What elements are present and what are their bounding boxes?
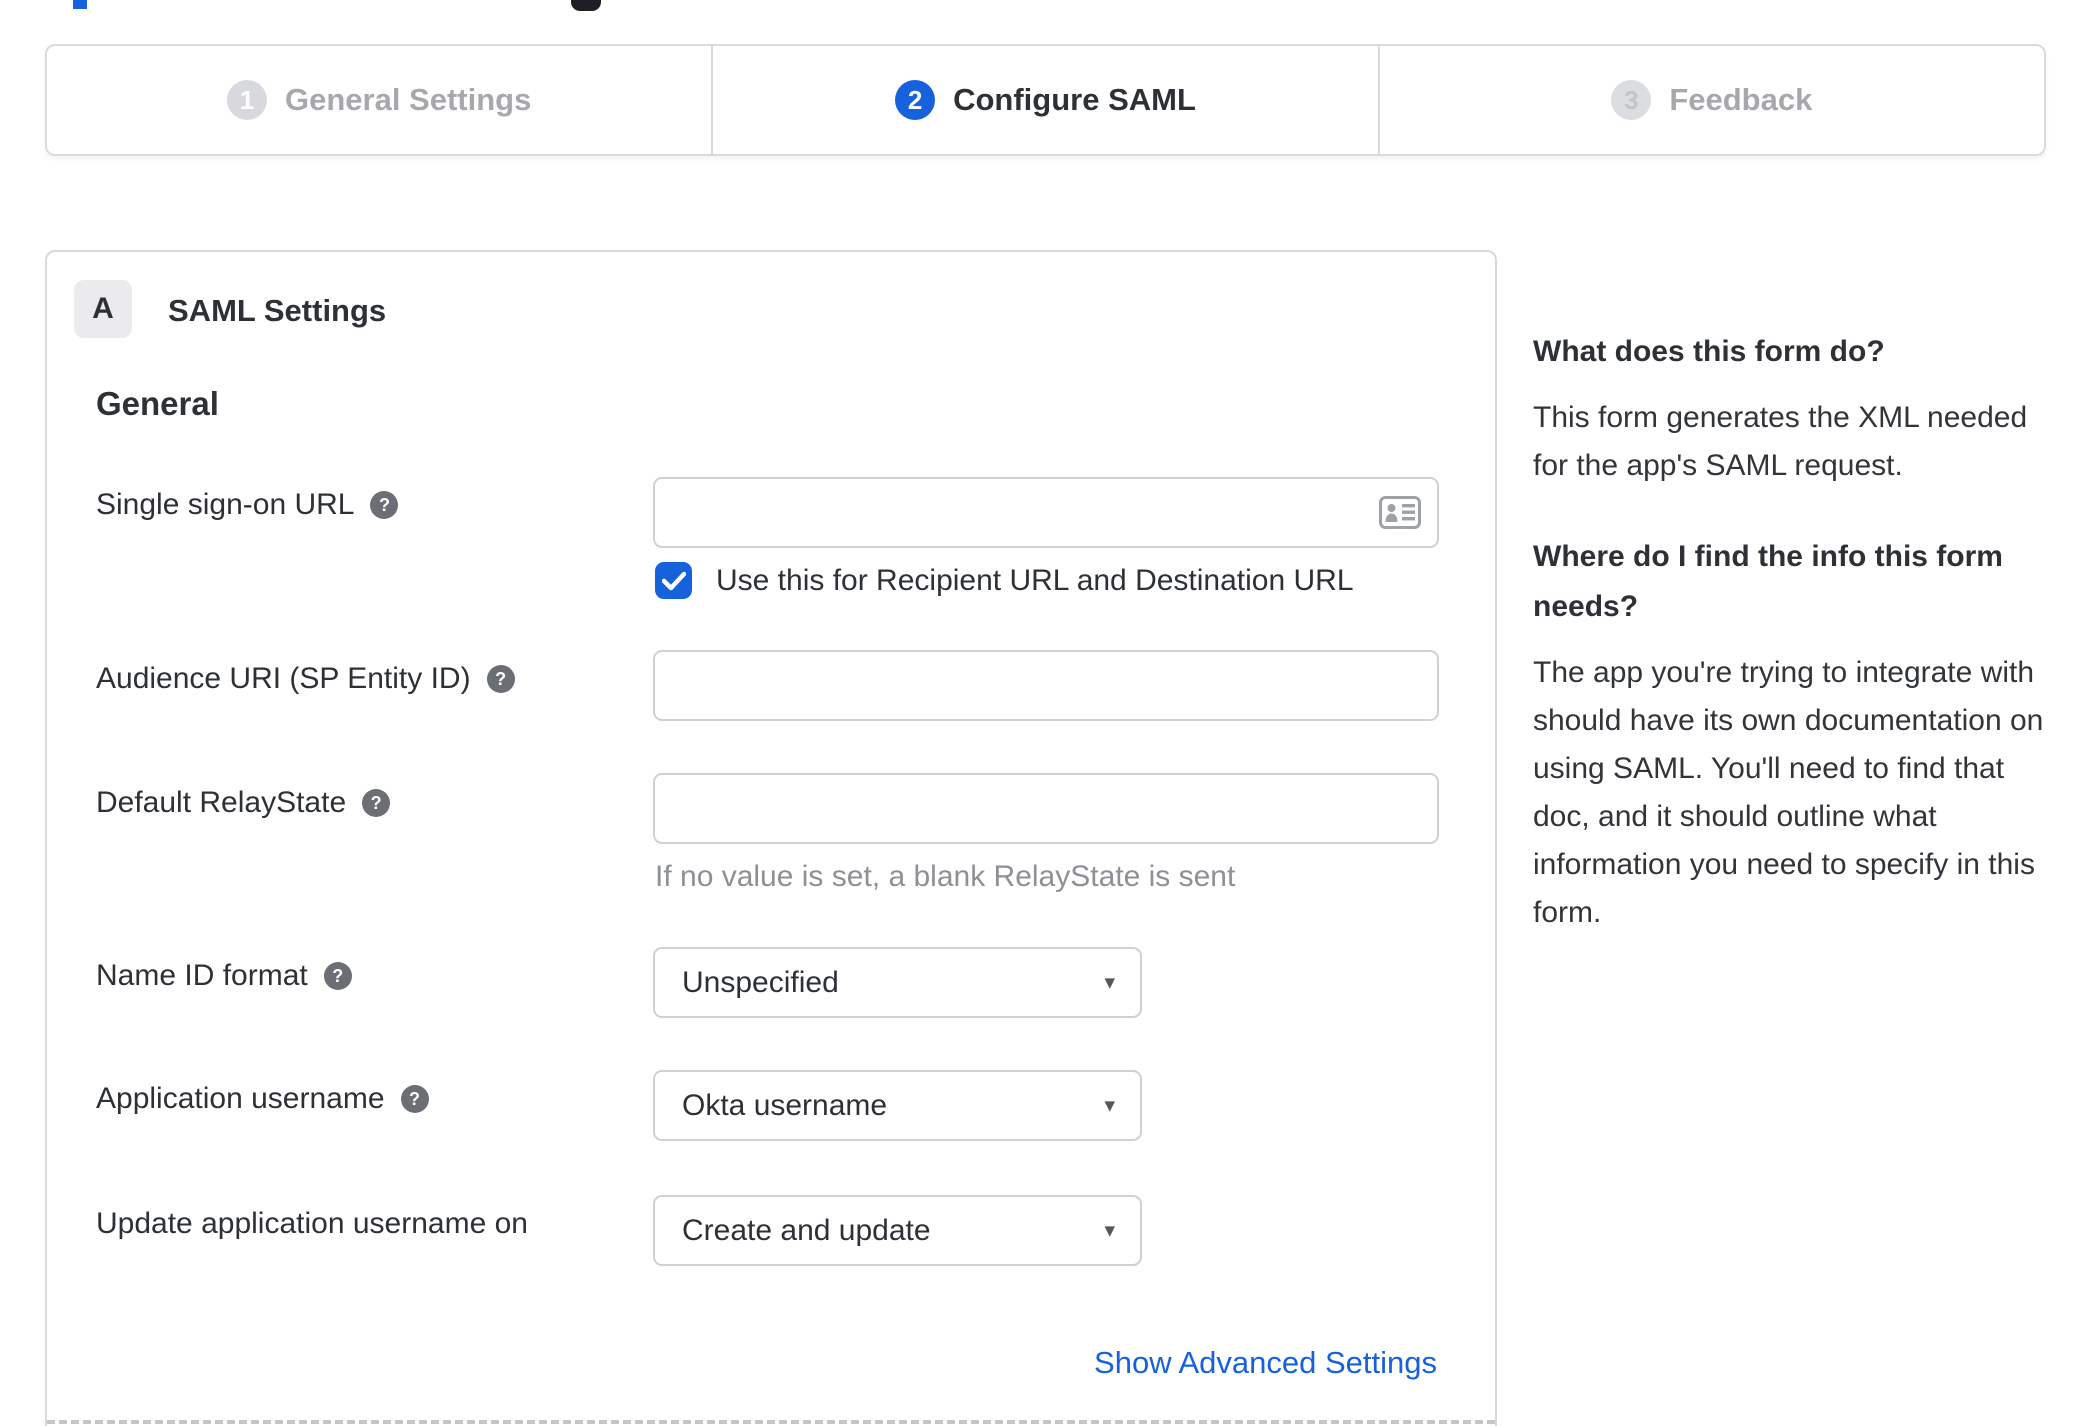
group-title-general: General bbox=[96, 385, 219, 422]
step-3-label: Feedback bbox=[1669, 82, 1813, 117]
app-username-label-row: Application username ? bbox=[96, 1082, 429, 1116]
app-username-label: Application username bbox=[96, 1082, 385, 1115]
help-what-title: What does this form do? bbox=[1533, 335, 1885, 368]
sso-url-input-wrap bbox=[653, 477, 1439, 548]
name-id-format-select[interactable]: Unspecified ▾ bbox=[653, 947, 1142, 1018]
section-a-badge: A bbox=[74, 280, 132, 338]
sso-url-label-row: Single sign-on URL ? bbox=[96, 488, 399, 522]
name-id-format-value: Unspecified bbox=[682, 965, 839, 999]
step-1-circle: 1 bbox=[226, 80, 267, 120]
step-general-settings[interactable]: 1 General Settings bbox=[47, 46, 711, 154]
clipped-dark-element bbox=[571, 0, 601, 11]
checkmark-icon bbox=[661, 571, 686, 590]
app-username-select[interactable]: Okta username ▾ bbox=[653, 1070, 1142, 1141]
chevron-down-icon: ▾ bbox=[1104, 971, 1115, 994]
update-username-label-row: Update application username on bbox=[96, 1207, 528, 1241]
step-feedback[interactable]: 3 Feedback bbox=[1377, 46, 2044, 154]
help-sidebar: What does this form do? This form genera… bbox=[1533, 327, 2045, 937]
step-2-label: Configure SAML bbox=[953, 82, 1196, 117]
relay-state-input[interactable] bbox=[653, 773, 1439, 844]
relay-state-label-row: Default RelayState ? bbox=[96, 786, 391, 820]
sso-url-help-icon[interactable]: ? bbox=[370, 491, 399, 519]
contact-card-icon[interactable] bbox=[1379, 496, 1421, 529]
step-1-label: General Settings bbox=[284, 82, 532, 117]
card-title: SAML Settings bbox=[168, 293, 387, 328]
audience-uri-label: Audience URI (SP Entity ID) bbox=[96, 662, 471, 695]
recipient-url-checkbox-row: Use this for Recipient URL and Destinati… bbox=[655, 562, 1354, 599]
saml-settings-card: A SAML Settings General Single sign-on U… bbox=[45, 250, 1497, 1426]
sso-url-label: Single sign-on URL bbox=[96, 488, 355, 521]
step-2-circle: 2 bbox=[895, 80, 936, 120]
chevron-down-icon: ▾ bbox=[1104, 1219, 1115, 1242]
name-id-format-help-icon[interactable]: ? bbox=[323, 962, 352, 990]
recipient-url-checkbox-label: Use this for Recipient URL and Destinati… bbox=[716, 563, 1354, 597]
show-advanced-settings-link[interactable]: Show Advanced Settings bbox=[1094, 1345, 1437, 1381]
audience-uri-input[interactable] bbox=[653, 650, 1439, 721]
sso-url-input[interactable] bbox=[653, 477, 1439, 548]
update-username-select[interactable]: Create and update ▾ bbox=[653, 1195, 1142, 1266]
help-block-where: Where do I find the info this form needs… bbox=[1533, 532, 2045, 937]
relay-state-label: Default RelayState bbox=[96, 786, 347, 819]
recipient-url-checkbox[interactable] bbox=[655, 562, 692, 599]
name-id-format-label-row: Name ID format ? bbox=[96, 959, 352, 993]
step-3-circle: 3 bbox=[1611, 80, 1652, 120]
help-where-body: The app you're trying to integrate with … bbox=[1533, 656, 2044, 929]
relay-state-helper-text: If no value is set, a blank RelayState i… bbox=[655, 860, 1236, 893]
step-configure-saml[interactable]: 2 Configure SAML bbox=[711, 46, 1377, 154]
update-username-value: Create and update bbox=[682, 1213, 931, 1247]
wizard-stepper: 1 General Settings 2 Configure SAML 3 Fe… bbox=[45, 44, 2046, 156]
name-id-format-label: Name ID format bbox=[96, 959, 308, 992]
app-username-help-icon[interactable]: ? bbox=[400, 1085, 429, 1113]
app-username-value: Okta username bbox=[682, 1088, 888, 1122]
card-bottom-dashed-divider bbox=[47, 1420, 1495, 1424]
clipped-blue-element bbox=[73, 0, 87, 9]
help-what-body: This form generates the XML needed for t… bbox=[1533, 401, 2028, 482]
audience-uri-help-icon[interactable]: ? bbox=[486, 665, 515, 693]
help-where-title: Where do I find the info this form needs… bbox=[1533, 540, 2003, 623]
relay-state-help-icon[interactable]: ? bbox=[362, 789, 391, 817]
audience-uri-label-row: Audience URI (SP Entity ID) ? bbox=[96, 662, 515, 696]
help-block-what: What does this form do? This form genera… bbox=[1533, 327, 2045, 490]
update-username-label: Update application username on bbox=[96, 1207, 528, 1240]
chevron-down-icon: ▾ bbox=[1104, 1094, 1115, 1117]
